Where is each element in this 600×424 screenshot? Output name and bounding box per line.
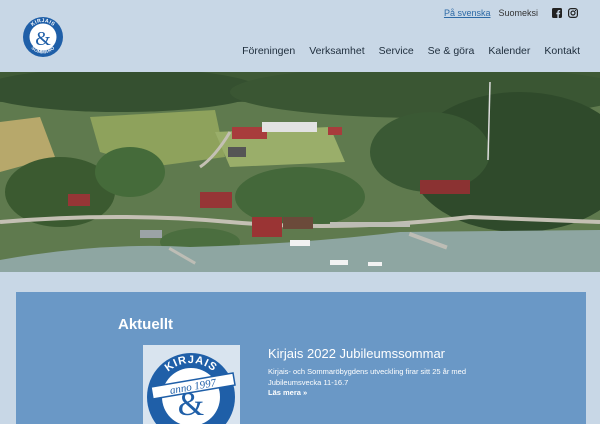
nav-item-se-gora[interactable]: Se & göra — [428, 45, 475, 57]
language-bar: På svenska Suomeksi — [444, 8, 578, 18]
nav-item-verksamhet[interactable]: Verksamhet — [309, 45, 364, 57]
social-links — [552, 8, 578, 18]
site-header: & KIRJAIS SOMMARÖ På svenska Suomeksi Fö… — [0, 0, 600, 72]
section-title: Aktuellt — [118, 316, 174, 333]
news-description: Kirjais- och Sommaröbygdens utveckling f… — [268, 367, 466, 387]
instagram-icon[interactable] — [568, 8, 578, 18]
read-more-link[interactable]: Läs mera » — [268, 388, 307, 397]
facebook-icon[interactable] — [552, 8, 562, 18]
nav-item-service[interactable]: Service — [379, 45, 414, 57]
nav-item-kontakt[interactable]: Kontakt — [544, 45, 580, 57]
hero-aerial-photo — [0, 72, 600, 272]
anniversary-logo-icon: KIRJAIS & anno 1997 — [147, 353, 236, 424]
site-logo[interactable]: & KIRJAIS SOMMARÖ — [22, 16, 64, 58]
nav-item-foreningen[interactable]: Föreningen — [242, 45, 295, 57]
news-image-anniversary-logo[interactable]: KIRJAIS & anno 1997 — [143, 345, 240, 424]
swedish-language-link[interactable]: På svenska — [444, 8, 491, 18]
news-section: Aktuellt KIRJAIS & anno 1997 Kirjais 202… — [16, 292, 586, 424]
main-navigation: Föreningen Verksamhet Service Se & göra … — [242, 45, 580, 57]
nav-item-kalender[interactable]: Kalender — [488, 45, 530, 57]
svg-text:&: & — [35, 28, 51, 50]
news-title[interactable]: Kirjais 2022 Jubileumssommar — [268, 346, 445, 361]
finnish-language-link[interactable]: Suomeksi — [498, 8, 538, 18]
